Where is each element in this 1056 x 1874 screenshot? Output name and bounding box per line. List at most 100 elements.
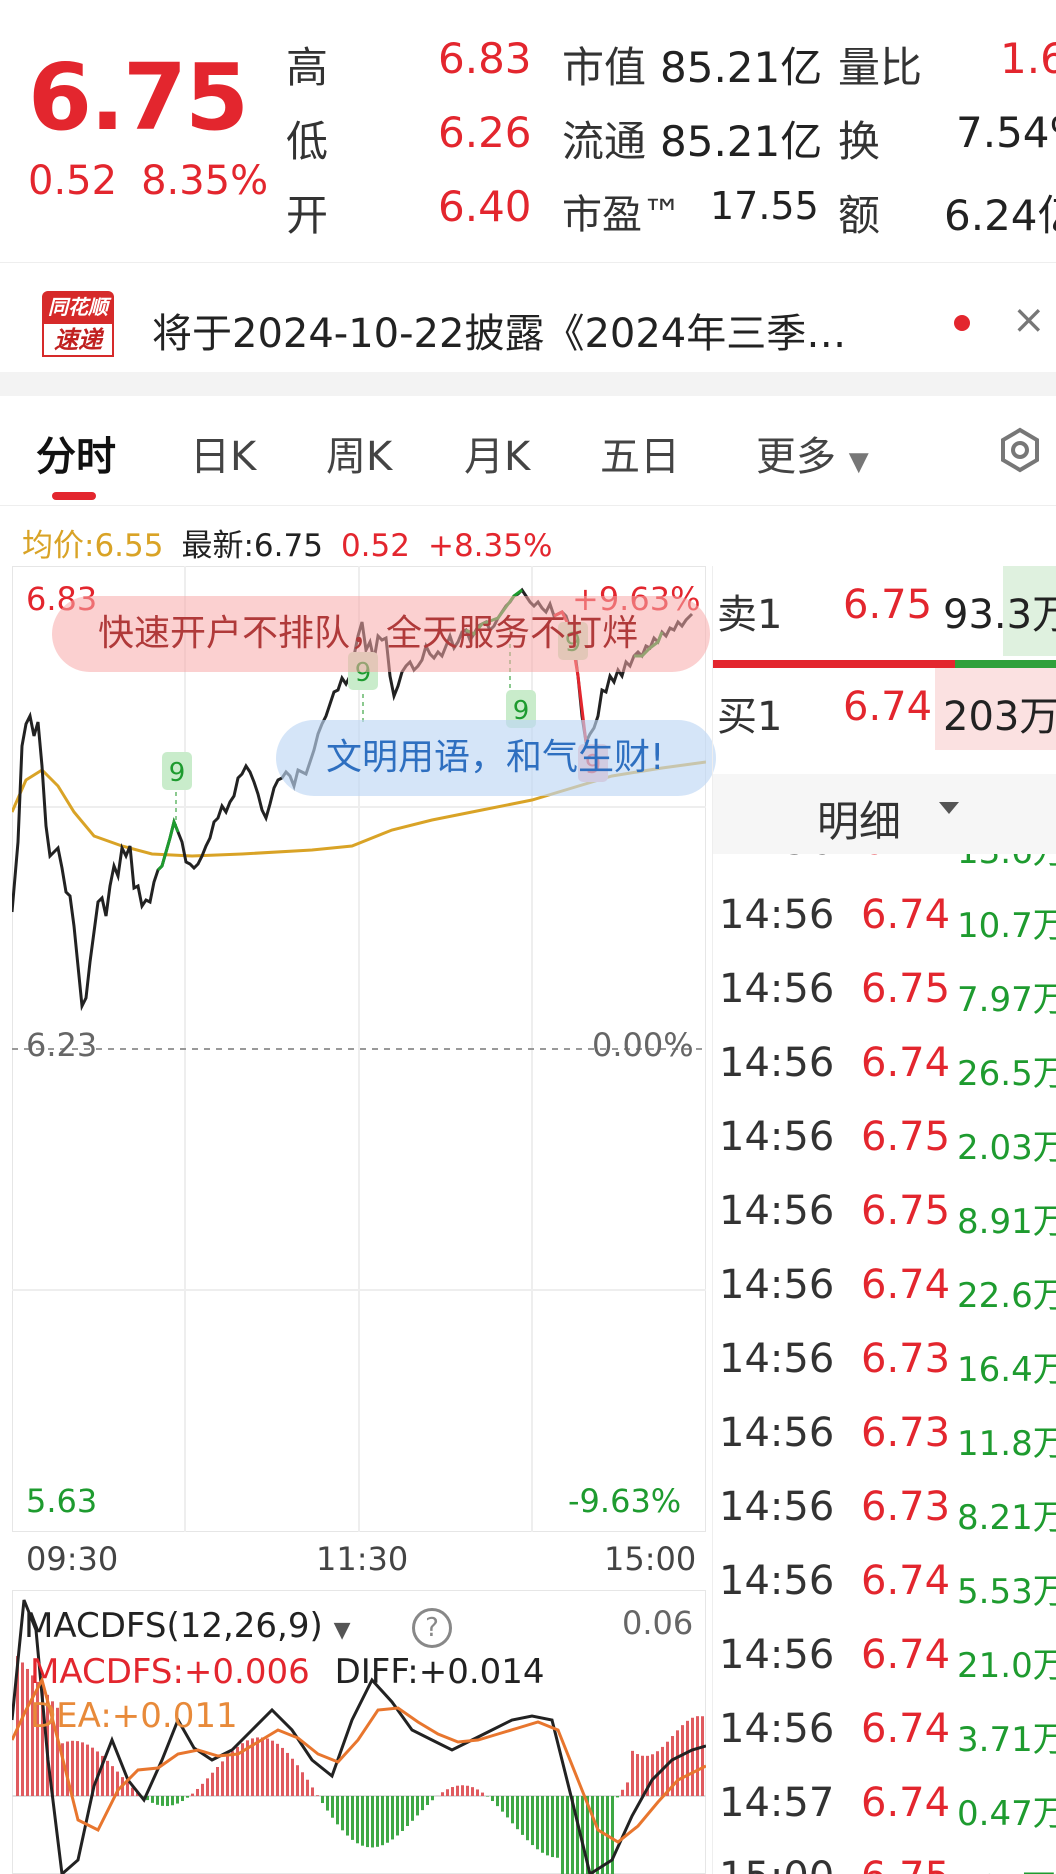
macd-bar xyxy=(616,1796,619,1798)
vol-ratio-label: 量比 xyxy=(838,43,923,92)
logo-top-text: 同花顺 xyxy=(42,291,114,324)
macd-bar xyxy=(691,1717,694,1796)
mid-pct-label: 0.00% xyxy=(592,1026,694,1064)
section-divider xyxy=(0,372,1056,396)
trade-price: 6.73 xyxy=(861,1484,951,1530)
trade-row: 14:56 6.74 26.5万 xyxy=(713,1032,1056,1106)
intraday-chart[interactable]: 9 9 9 9 9 6.83 +9.63% 6.23 0.00% 5.63 -9… xyxy=(12,566,706,1532)
macd-bar xyxy=(636,1754,639,1796)
tab-five-day[interactable]: 五日 xyxy=(600,424,680,482)
macd-bar xyxy=(576,1796,579,1874)
avg-price: 均价:6.55 xyxy=(22,528,164,564)
tab-daily-k[interactable]: 日K xyxy=(190,424,256,482)
trade-row: 14:56 6.74 13.6万 xyxy=(713,854,1056,884)
macd-bar xyxy=(256,1737,259,1796)
trade-row: 14:56 6.74 21.0万 xyxy=(713,1624,1056,1698)
trade-volume: 0.47万 xyxy=(957,1794,1056,1834)
macd-bar xyxy=(686,1720,689,1796)
macd-bar xyxy=(286,1752,289,1796)
close-icon[interactable]: × xyxy=(1012,297,1046,343)
macd-bar xyxy=(291,1758,294,1796)
macd-bar xyxy=(496,1796,499,1807)
trade-time: 14:56 xyxy=(719,1188,835,1234)
macd-bar xyxy=(641,1755,644,1796)
macd-title-text: MACDFS(12,26,9) xyxy=(24,1606,323,1646)
promo-banner-open-account[interactable]: 快速开户不排队，全天服务不打烊 xyxy=(52,596,710,672)
high-label: 高 xyxy=(286,43,329,92)
trade-volume: 11.8万 xyxy=(957,1424,1056,1464)
trade-row: 14:57 6.74 0.47万 xyxy=(713,1772,1056,1846)
macd-bar xyxy=(191,1793,194,1796)
macd-bar xyxy=(411,1796,414,1821)
macd-bar xyxy=(351,1796,354,1840)
macd-bar xyxy=(156,1796,159,1805)
trade-price: 6.74 xyxy=(861,892,951,938)
macd-bar xyxy=(296,1765,299,1796)
macd-bar xyxy=(451,1787,454,1796)
time-axis: 09:30 11:30 15:00 xyxy=(12,1540,706,1580)
macd-bar xyxy=(321,1796,324,1804)
trade-row: 14:56 6.74 10.7万 xyxy=(713,884,1056,958)
open-value: 6.40 xyxy=(438,182,532,231)
macd-bar xyxy=(596,1796,599,1874)
macd-bar xyxy=(666,1741,669,1796)
sell-1-volume: 93.3万 xyxy=(943,592,1056,638)
macd-bar xyxy=(331,1796,334,1818)
macd-bar xyxy=(206,1778,209,1796)
trade-volume: 8.21万 xyxy=(957,1498,1056,1538)
macd-bar xyxy=(326,1796,329,1811)
macd-bar xyxy=(221,1761,224,1796)
trade-row: 14:56 6.75 8.91万 xyxy=(713,1180,1056,1254)
trade-volume: 7.97万 xyxy=(957,980,1056,1020)
macd-bar xyxy=(181,1796,184,1802)
news-headline[interactable]: 将于2024-10-22披露《2024年三季… xyxy=(152,301,846,359)
tab-more[interactable]: 更多 ▼ xyxy=(756,424,869,482)
trade-row: 14:56 6.73 16.4万 xyxy=(713,1328,1056,1402)
macd-bar xyxy=(551,1796,554,1858)
macd-bar xyxy=(526,1796,529,1841)
macd-bar xyxy=(506,1796,509,1818)
macd-bar xyxy=(441,1792,444,1796)
dea-value: DEA:+0.011 xyxy=(30,1696,238,1736)
low-label: 低 xyxy=(286,117,329,166)
macd-bar xyxy=(376,1796,379,1847)
macd-bar xyxy=(491,1796,494,1802)
trade-time: 14:56 xyxy=(719,1632,835,1678)
macd-bar xyxy=(111,1766,114,1796)
macd-bar xyxy=(196,1788,199,1796)
trade-price: 6.75 xyxy=(861,966,951,1012)
open-label: 开 xyxy=(286,191,329,240)
trade-volume: 26.5万 xyxy=(957,1054,1056,1094)
trade-volume: 10.7万 xyxy=(957,906,1056,946)
tab-monthly-k[interactable]: 月K xyxy=(464,424,530,482)
trade-time: 14:56 xyxy=(719,1706,835,1752)
settings-icon[interactable] xyxy=(996,426,1044,474)
trade-price: 6.75 xyxy=(861,1114,951,1160)
sell-1-row[interactable]: 卖1 6.75 93.3万 xyxy=(713,566,1056,648)
macd-indicator-selector[interactable]: MACDFS(12,26,9) ▼ xyxy=(24,1606,351,1646)
macd-bar xyxy=(456,1785,459,1796)
trade-time: 15:00 xyxy=(719,1854,834,1874)
news-bar[interactable]: 同花顺 速递 将于2024-10-22披露《2024年三季… × xyxy=(0,262,1056,372)
tab-intraday[interactable]: 分时 xyxy=(36,424,116,482)
macdfs-value: MACDFS:+0.006 xyxy=(30,1652,310,1692)
macd-bar xyxy=(316,1795,319,1796)
trade-detail-list[interactable]: 14:566.7413.6万14:566.7410.7万14:566.757.9… xyxy=(713,854,1056,1874)
active-tab-indicator xyxy=(52,492,96,500)
civility-banner[interactable]: 文明用语，和气生财! xyxy=(276,720,716,796)
macd-bar xyxy=(386,1796,389,1843)
macd-bar xyxy=(356,1796,359,1844)
trade-time: 14:56 xyxy=(719,1040,835,1086)
price-change: 0.52 8.35% xyxy=(28,158,292,204)
detail-selector[interactable]: 明细 xyxy=(713,774,1056,854)
tab-weekly-k[interactable]: 周K xyxy=(326,424,392,482)
trade-row: 14:56 6.74 5.53万 xyxy=(713,1550,1056,1624)
macd-bar xyxy=(516,1796,519,1830)
macd-bar xyxy=(481,1792,484,1796)
macd-bar xyxy=(276,1743,279,1796)
help-icon[interactable]: ? xyxy=(412,1608,452,1648)
macd-bar xyxy=(336,1796,339,1825)
buy-1-row[interactable]: 买1 6.74 203万 xyxy=(713,668,1056,750)
quote-header: 6.75 0.52 8.35% 高 6.83 低 6.26 开 6.40 市值 8… xyxy=(0,0,1056,262)
macd-bar xyxy=(86,1744,89,1796)
